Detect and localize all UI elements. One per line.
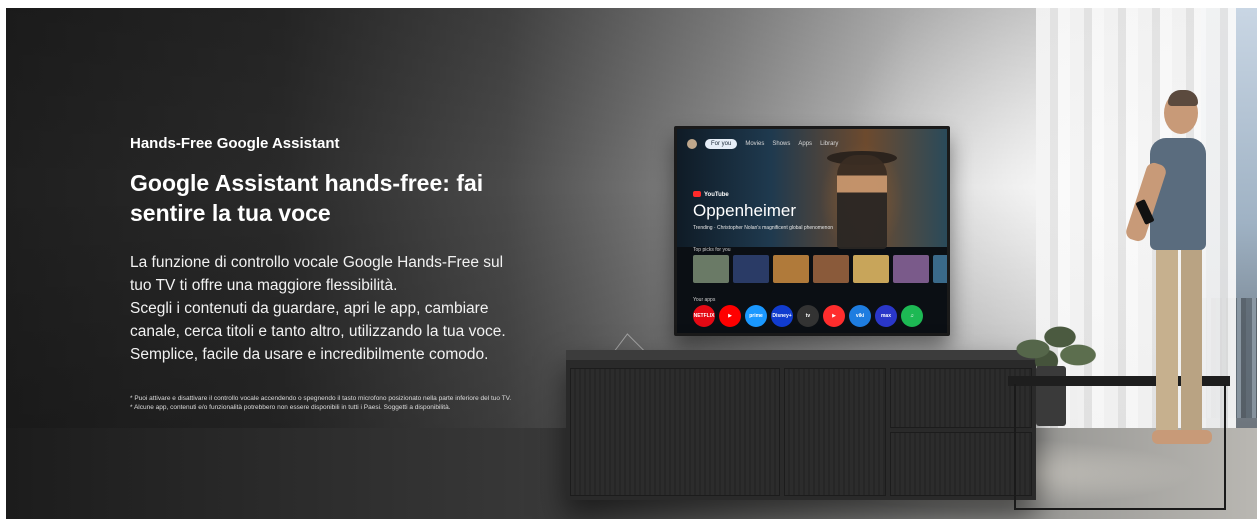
tv-thumbnail-row	[693, 255, 947, 283]
tv-nav-item: Shows	[772, 141, 791, 147]
body-line: La funzione di controllo vocale Google H…	[130, 254, 504, 271]
headline: Google Assistant hands-free: fai sentire…	[130, 170, 484, 226]
tv-nav-item: Apps	[798, 141, 813, 147]
tv-nav-item: Library	[820, 141, 839, 147]
footnote: * Puoi attivare e disattivare il control…	[130, 395, 512, 402]
tv-feature-subtitle: Trending · Christopher Nolan's magnifice…	[693, 225, 834, 231]
tv-app-icon: ▶	[823, 305, 845, 327]
tv-nav-item: For you	[705, 139, 738, 149]
person-hair	[1168, 90, 1198, 106]
person-legs	[1156, 248, 1202, 434]
tv-nav-item: Movies	[745, 141, 765, 147]
tv-app-icon: viki	[849, 305, 871, 327]
tv-avatar	[687, 139, 697, 149]
tv-figure	[837, 155, 887, 249]
body-text: La funzione di controllo vocale Google H…	[130, 251, 570, 366]
tv-app-row: NETFLIX ▶ prime Disney+ tv ▶ viki max ♫	[693, 305, 923, 327]
cabinet-door	[784, 368, 886, 496]
body-line: Scegli i contenuti da guardare, apri le …	[130, 300, 489, 317]
tv-screen: For you Movies Shows Apps Library YouTub…	[674, 126, 950, 336]
tv-app-icon: max	[875, 305, 897, 327]
tv-row-label: Top picks for you	[693, 247, 731, 253]
tv-thumbnail	[773, 255, 809, 283]
tv-feature-title: Oppenheimer	[693, 201, 797, 220]
tv-thumbnail	[813, 255, 849, 283]
person-feet	[1152, 430, 1212, 444]
cabinet-drawer	[890, 432, 1032, 496]
hero-banner: For you Movies Shows Apps Library YouTub…	[6, 8, 1257, 519]
tv-app-icon: NETFLIX	[693, 305, 715, 327]
body-line: Semplice, facile da usare e incredibilme…	[130, 346, 489, 363]
tv-app-icon: Disney+	[771, 305, 793, 327]
tv-thumbnail	[693, 255, 729, 283]
tv-app-icon: tv	[797, 305, 819, 327]
tv-thumbnail	[893, 255, 929, 283]
cabinet-door	[570, 368, 780, 496]
tv-cabinet	[566, 350, 1036, 500]
tv-app-icon: ♫	[901, 305, 923, 327]
footnote: * Alcune app, contenuti e/o funzionalità…	[130, 404, 451, 411]
cabinet-top	[566, 350, 1036, 360]
footnotes: * Puoi attivare e disattivare il control…	[130, 394, 530, 412]
tv-source-badge: YouTube	[693, 191, 729, 198]
body-line: tuo TV ti offre una maggiore flessibilit…	[130, 277, 398, 294]
tv-thumbnail	[853, 255, 889, 283]
tv-apps-label: Your apps	[693, 297, 716, 303]
body-line: canale, cerca titoli e tanto altro, util…	[130, 323, 506, 340]
person-with-remote	[1124, 90, 1216, 472]
eyebrow-title: Hands-Free Google Assistant	[130, 135, 340, 152]
tv-thumbnail	[733, 255, 769, 283]
tv-app-icon: prime	[745, 305, 767, 327]
tv-nav: For you Movies Shows Apps Library	[687, 139, 838, 149]
tv-thumbnail	[933, 255, 947, 283]
tv-app-icon: ▶	[719, 305, 741, 327]
plant	[1006, 313, 1096, 373]
